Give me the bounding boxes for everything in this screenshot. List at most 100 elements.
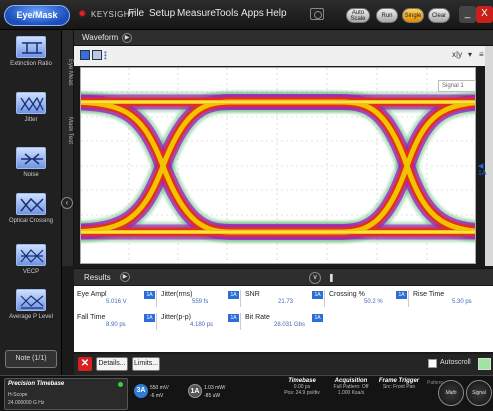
channel-badge: 1A (228, 291, 239, 299)
details-button[interactable]: Details... (96, 357, 128, 371)
timebase-status[interactable]: Timebase 0.00 ps Pos: 24.9 ps/div (280, 378, 324, 396)
collapse-panel-button[interactable]: ‹ (61, 197, 73, 209)
pause-icon[interactable]: ❚ (328, 273, 335, 282)
chevron-down-icon[interactable]: ▾ (468, 50, 472, 59)
precision-timebase-line: H-Scope (8, 392, 28, 398)
note-button[interactable]: Note (1/1) (5, 350, 57, 368)
menu-setup[interactable]: Setup (149, 8, 175, 19)
screenshot-camera-icon[interactable] (310, 8, 324, 20)
results-title: Results (84, 273, 111, 282)
tool-optical-crossing[interactable]: Optical Crossing (4, 193, 58, 225)
menu-tools[interactable]: Tools (215, 8, 238, 19)
tool-noise[interactable]: Noise (4, 147, 58, 179)
result-label: Eye Ampl (77, 291, 107, 298)
channel-badge: 1A (144, 314, 155, 322)
menu-bar: Eye/Mask ✹ KEYSIGHT File Setup Measure T… (0, 0, 493, 30)
result-label: Rise Time (413, 291, 445, 298)
tab-mask-test[interactable]: Mask Test (63, 106, 73, 154)
menu-file[interactable]: File (128, 8, 144, 19)
math-button[interactable]: Math (438, 380, 464, 406)
menu-apps[interactable]: Apps (241, 8, 264, 19)
tool-jitter[interactable]: Jitter (4, 92, 58, 124)
autoscroll-checkbox[interactable] (428, 359, 437, 368)
result-value: 4.180 ps (190, 322, 214, 328)
results-header: Results ▶ ∨ ❚ (74, 268, 493, 285)
auto-scale-button[interactable]: Auto Scale (346, 8, 370, 23)
waveform-expand-icon[interactable]: ▶ (122, 33, 132, 43)
result-cell[interactable]: Eye Ampl 1A 5.016 V (74, 290, 157, 307)
tool-extinction-ratio[interactable]: Extinction Ratio (4, 36, 58, 68)
minimize-button[interactable]: _ (459, 6, 476, 23)
acquisition-rate: 1.000 Ksa/s (337, 390, 365, 396)
extinction-ratio-icon (16, 36, 46, 58)
result-label: Jitter(rms) (161, 291, 193, 298)
eye-diagram-svg (81, 68, 475, 263)
channel-3a-scale: 550 mV/ (150, 385, 169, 391)
tool-label: Jitter (24, 117, 38, 123)
result-label: Fall Time (77, 314, 106, 321)
tool-label: Optical Crossing (8, 218, 53, 224)
clear-button[interactable]: Clear (428, 8, 450, 23)
autoscroll-label: Autoscroll (440, 359, 471, 366)
channel-badge: 1A (312, 314, 323, 322)
menu-help[interactable]: Help (266, 8, 287, 19)
run-button[interactable]: Run (376, 8, 398, 23)
grid-view-icon[interactable] (80, 50, 90, 60)
signal-button[interactable]: Signal (466, 380, 492, 406)
tool-average-p-level[interactable]: Average P Level (4, 289, 58, 321)
result-cell[interactable]: Jitter(rms) 1A 559 fs (158, 290, 241, 307)
close-button[interactable]: X (476, 6, 493, 23)
result-cell[interactable]: Jitter(p-p) 1A 4.180 ps (158, 313, 241, 330)
tool-label: VECP (22, 269, 40, 275)
dock-toggle-icon[interactable]: ∨ (309, 272, 321, 284)
results-indicator-icon (478, 358, 491, 370)
results-footer: ✕ Details... Limits... Autoscroll (74, 354, 493, 375)
result-cell[interactable]: Bit Rate 1A 28.031 Gbs (242, 313, 325, 330)
more-dots-icon[interactable]: • • • (104, 49, 107, 63)
noise-icon (16, 147, 46, 169)
results-expand-icon[interactable]: ▶ (120, 272, 130, 282)
menu-icon[interactable]: ≡ (479, 50, 484, 59)
frame-trigger-status[interactable]: Frame Trigger Src: Front Pan (376, 378, 422, 390)
channel-3a-button[interactable]: 3A (134, 384, 148, 398)
waveform-title: Waveform (82, 33, 119, 42)
eye-trace-layers (81, 91, 475, 243)
result-value: 5.30 ps (452, 299, 472, 305)
tool-vecp[interactable]: VECP (4, 244, 58, 276)
result-cell[interactable]: Fall Time 1A 8.90 ps (74, 313, 157, 330)
result-cell[interactable]: SNR 1A 21.73 (242, 290, 325, 307)
clear-results-button[interactable]: ✕ (78, 357, 92, 371)
vertical-tab-strip: Eye Meas Mask Test (62, 30, 74, 266)
result-label: SNR (245, 291, 260, 298)
limits-button[interactable]: Limits... (132, 357, 160, 371)
channel-level-marker[interactable]: ◀ 1A (478, 162, 493, 177)
menu-measure[interactable]: Measure (177, 8, 216, 19)
precision-timebase-box[interactable]: Precision Timebase H-Scope 24.000000 G H… (4, 378, 128, 410)
tab-eye-meas[interactable]: Eye Meas (63, 48, 73, 96)
tool-label: Average P Level (9, 314, 53, 320)
axis-toggle-icon[interactable]: x|y (452, 50, 462, 59)
tool-label: Noise (23, 172, 39, 178)
crossing-icon (16, 193, 46, 215)
waveform-scrollbar[interactable] (485, 46, 493, 266)
single-button[interactable]: Single (402, 8, 424, 23)
waveform-toolbar: • • • x|y ▾ ≡ (74, 46, 493, 66)
eye-diagram-plot[interactable] (80, 67, 476, 264)
results-table: Eye Ampl 1A 5.016 V Jitter(rms) 1A 559 f… (74, 286, 493, 352)
result-value: 8.90 ps (106, 322, 126, 328)
signal-label[interactable]: Signal 1 (438, 80, 476, 92)
acquisition-status[interactable]: Acquisition Full Pattern: Off 1.000 Ksa/… (328, 378, 374, 396)
result-value: 28.031 Gbs (274, 322, 306, 328)
result-value: 5.016 V (106, 299, 127, 305)
timebase-position: Pos: 24.9 ps/div (284, 390, 320, 396)
channel-badge: 1A (312, 291, 323, 299)
eye-mask-mode-button[interactable]: Eye/Mask (4, 5, 70, 26)
average-power-icon (16, 289, 46, 311)
layout-icon[interactable] (92, 50, 102, 60)
result-cell[interactable]: Crossing % 1A 50.2 % (326, 290, 409, 307)
channel-1a-button[interactable]: 1A (188, 384, 202, 398)
result-cell[interactable]: Rise Time 1A 5.30 ps (410, 290, 493, 307)
channel-badge: 1A (228, 314, 239, 322)
tool-label: Extinction Ratio (10, 61, 52, 67)
channel-1a-offset: -85 uW (204, 393, 221, 399)
